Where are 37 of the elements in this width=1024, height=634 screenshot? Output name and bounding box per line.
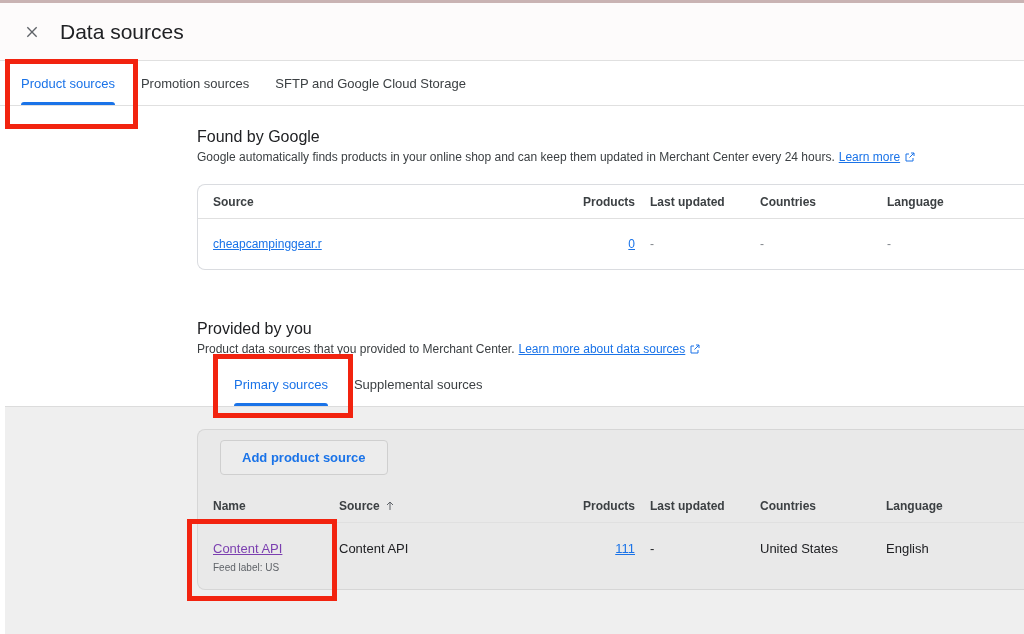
add-product-source-button[interactable]: Add product source <box>220 440 388 475</box>
table-link[interactable]: cheapcampinggear.r <box>213 237 573 251</box>
tab[interactable]: SFTP and Google Cloud Storage <box>262 61 479 105</box>
table-cell-text: Content API <box>339 541 410 556</box>
column-header: Last updated <box>649 194 726 209</box>
table-cell-text: - <box>887 237 892 251</box>
column-header: Last updated <box>649 498 726 513</box>
tab[interactable]: Supplemental sources <box>340 362 496 406</box>
column-header: Language <box>886 498 944 513</box>
column-header[interactable]: Source <box>339 498 539 513</box>
column-header: Language <box>887 194 945 209</box>
learn-more-link[interactable]: Learn more about data sources <box>518 342 686 356</box>
table-cell-text: - <box>649 541 656 556</box>
page-title: Data sources <box>60 19 184 44</box>
table-cell-text: United States <box>760 541 840 556</box>
source-name-link[interactable]: Content API <box>213 541 283 556</box>
table-cell-text: - <box>649 237 655 251</box>
section-heading: Found by Google <box>197 128 321 146</box>
table-link[interactable]: 0 <box>573 237 635 251</box>
external-link-icon <box>689 343 702 355</box>
table-cell-text: - <box>760 237 765 251</box>
section-description: Google automatically finds products in your online shop and can keep them updated in Merchant Center every 24 hours. <box>197 150 835 164</box>
section-heading: Provided by you <box>197 320 313 338</box>
tab[interactable]: Product sources <box>8 61 128 105</box>
column-header: Products <box>582 194 635 209</box>
external-link-icon <box>904 151 917 163</box>
tab[interactable]: Primary sources <box>221 362 341 406</box>
learn-more-link[interactable]: Learn more <box>838 150 901 164</box>
table-cell-text: English <box>886 541 930 556</box>
tab[interactable]: Promotion sources <box>127 61 263 105</box>
column-header: Products <box>582 498 635 513</box>
table-link[interactable]: 111 <box>539 541 635 556</box>
feed-label: Feed label: US <box>213 562 280 573</box>
column-header: Source <box>213 194 255 209</box>
column-header: Countries <box>760 498 817 513</box>
column-header: Name <box>213 498 247 513</box>
column-header: Countries <box>760 194 817 209</box>
